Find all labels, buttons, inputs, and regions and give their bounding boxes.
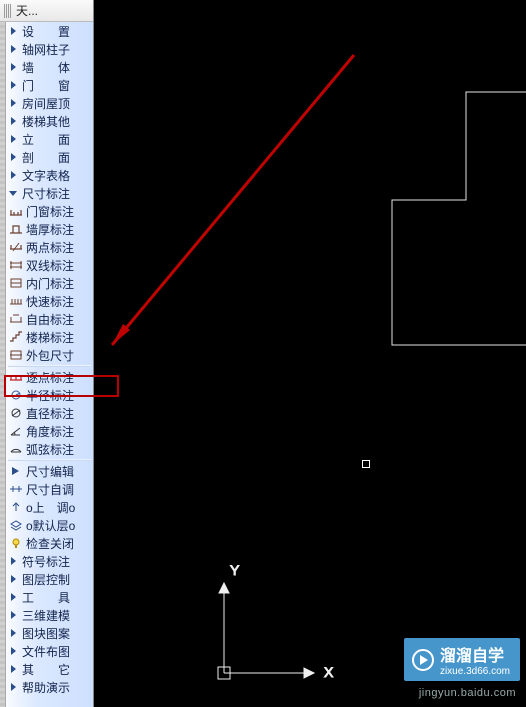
arrow-right-icon (8, 574, 18, 584)
arrow-right-icon (8, 62, 18, 72)
app-root: 天... 设 置 轴网柱子 墙 体 门 窗 房间屋顶 楼梯其他 立 面 剖 面 … (0, 0, 526, 707)
brand-url: zixue.3d66.com (440, 666, 510, 677)
arrow-right-icon (8, 463, 24, 479)
grip-icon (4, 4, 12, 18)
dim-icon (8, 329, 24, 345)
panel-title: 天... (16, 2, 38, 19)
cat-symbol[interactable]: 符号标注 (6, 552, 93, 570)
arrow-right-icon (8, 116, 18, 126)
dim-icon (8, 423, 24, 439)
dim-icon (8, 369, 24, 385)
svg-text:Y: Y (230, 562, 240, 578)
cat-3d-model[interactable]: 三维建模 (6, 606, 93, 624)
palette-items: 设 置 轴网柱子 墙 体 门 窗 房间屋顶 楼梯其他 立 面 剖 面 文字表格 … (6, 22, 93, 707)
cat-section[interactable]: 剖 面 (6, 148, 93, 166)
dim-icon (8, 387, 24, 403)
dim-auto-adjust[interactable]: 尺寸自调 (6, 480, 93, 498)
cat-layer-control[interactable]: 图层控制 (6, 570, 93, 588)
cat-door-window[interactable]: 门 窗 (6, 76, 93, 94)
arrow-right-icon (8, 80, 18, 90)
cat-file-layout[interactable]: 文件布图 (6, 642, 93, 660)
arrow-right-icon (8, 152, 18, 162)
arrow-right-icon (8, 44, 18, 54)
source-watermark: jingyun.baidu.com (419, 687, 516, 699)
arrow-right-icon (8, 98, 18, 108)
dim-wall-thickness[interactable]: 墙厚标注 (6, 220, 93, 238)
cat-settings[interactable]: 设 置 (6, 22, 93, 40)
dim-stair[interactable]: 楼梯标注 (6, 328, 93, 346)
arrow-right-icon (8, 628, 18, 638)
play-icon (412, 649, 434, 671)
arrow-right-icon (8, 170, 18, 180)
dim-door-window[interactable]: 门窗标注 (6, 202, 93, 220)
separator (8, 459, 91, 461)
separator (8, 365, 91, 367)
arrow-right-icon (8, 646, 18, 656)
tool-palette: 天... 设 置 轴网柱子 墙 体 门 窗 房间屋顶 楼梯其他 立 面 剖 面 … (0, 0, 94, 707)
dim-diameter[interactable]: 直径标注 (6, 404, 93, 422)
dim-free[interactable]: 自由标注 (6, 310, 93, 328)
arrow-right-icon (8, 610, 18, 620)
bulb-icon (8, 535, 24, 551)
dim-icon (8, 405, 24, 421)
dim-icon (8, 347, 24, 363)
dim-quick[interactable]: 快速标注 (6, 292, 93, 310)
dim-icon (8, 221, 24, 237)
dim-default-layer[interactable]: o默认层o (6, 516, 93, 534)
arrow-right-icon (8, 664, 18, 674)
svg-text:X: X (324, 664, 334, 680)
brand-watermark: 溜溜自学 zixue.3d66.com (404, 638, 520, 681)
dim-radius[interactable]: 半径标注 (6, 386, 93, 404)
ucs-axis-icon: X Y (204, 553, 334, 693)
arrow-right-icon (8, 556, 18, 566)
dim-arc-chord[interactable]: 弧弦标注 (6, 440, 93, 458)
dim-icon (8, 441, 24, 457)
adjust-icon (8, 481, 24, 497)
up-icon (8, 499, 24, 515)
cat-elevation[interactable]: 立 面 (6, 130, 93, 148)
arrow-right-icon (8, 26, 18, 36)
dim-icon (8, 239, 24, 255)
cat-dimension[interactable]: 尺寸标注 (6, 184, 93, 202)
dim-edit[interactable]: 尺寸编辑 (6, 462, 93, 480)
dim-check-close[interactable]: 检查关闭 (6, 534, 93, 552)
dim-two-point[interactable]: 两点标注 (6, 238, 93, 256)
brand-name: 溜溜自学 (440, 642, 510, 666)
arrow-right-icon (8, 592, 18, 602)
cat-block-pattern[interactable]: 图块图案 (6, 624, 93, 642)
cat-wall[interactable]: 墙 体 (6, 58, 93, 76)
dim-shift-up[interactable]: o上 调o (6, 498, 93, 516)
cat-other[interactable]: 其 它 (6, 660, 93, 678)
cat-room-roof[interactable]: 房间屋顶 (6, 94, 93, 112)
arrow-down-icon (8, 188, 18, 198)
dim-icon (8, 257, 24, 273)
dim-point-by-point[interactable]: 逐点标注 (6, 368, 93, 386)
cat-stair-other[interactable]: 楼梯其他 (6, 112, 93, 130)
drawing-canvas[interactable]: X Y 溜溜自学 zixue.3d66.com jingyun.baidu.co… (94, 0, 526, 707)
dim-angle[interactable]: 角度标注 (6, 422, 93, 440)
dim-double-line[interactable]: 双线标注 (6, 256, 93, 274)
dim-icon (8, 275, 24, 291)
cat-axis-column[interactable]: 轴网柱子 (6, 40, 93, 58)
cat-help-demo[interactable]: 帮助演示 (6, 678, 93, 696)
dim-icon (8, 293, 24, 309)
layer-icon (8, 517, 24, 533)
pick-box (362, 460, 370, 468)
panel-header[interactable]: 天... (0, 0, 93, 22)
arrow-right-icon (8, 134, 18, 144)
dim-bounding[interactable]: 外包尺寸 (6, 346, 93, 364)
cat-tools[interactable]: 工 具 (6, 588, 93, 606)
arrow-right-icon (8, 682, 18, 692)
dim-inner-door[interactable]: 内门标注 (6, 274, 93, 292)
cat-text-table[interactable]: 文字表格 (6, 166, 93, 184)
dim-icon (8, 203, 24, 219)
dim-icon (8, 311, 24, 327)
